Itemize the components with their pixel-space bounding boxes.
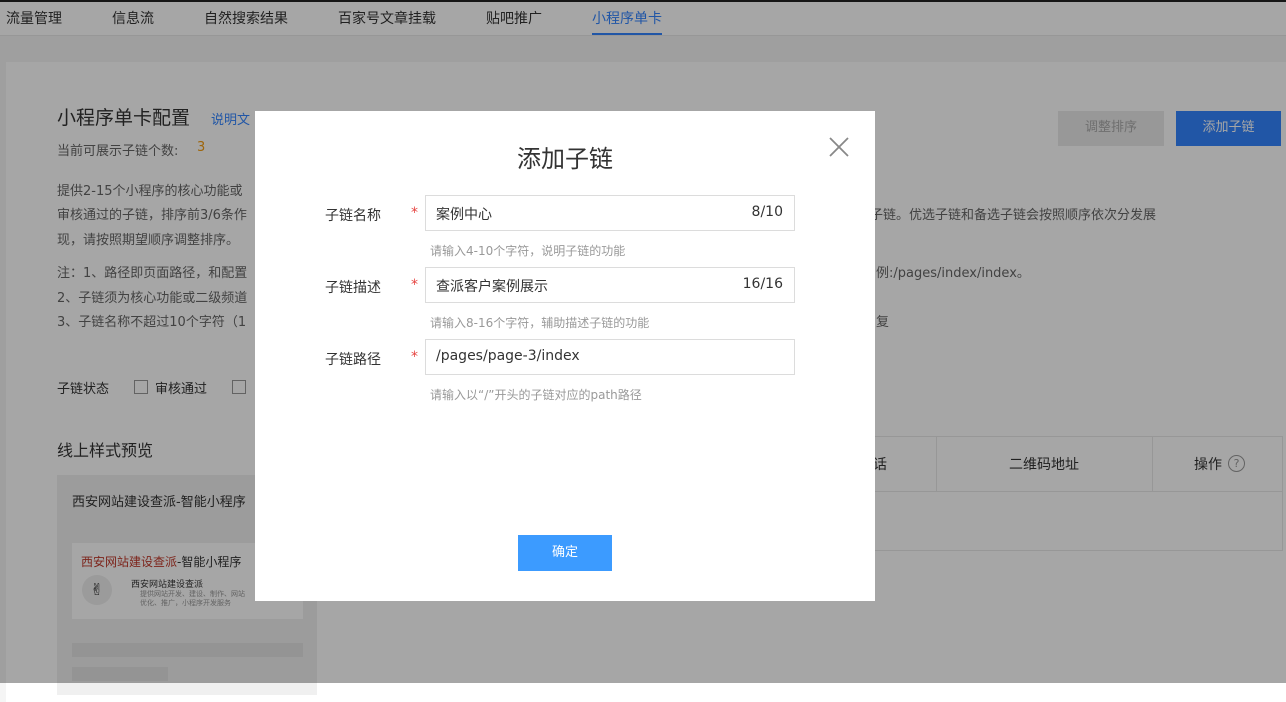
sublink-desc-value: 查派客户案例展示 (436, 279, 548, 295)
sublink-desc-input[interactable]: 查派客户案例展示 16/16 (425, 267, 795, 303)
sublink-name-hint: 请输入4-10个字符，说明子链的功能 (430, 244, 626, 258)
sublink-path-hint: 请输入以“/”开头的子链对应的path路径 (430, 388, 642, 402)
required-mark: * (411, 205, 418, 221)
field-label-path: 子链路径 (325, 352, 381, 368)
sublink-name-counter: 8/10 (751, 204, 783, 220)
sublink-name-value: 案例中心 (436, 207, 492, 223)
required-mark: * (411, 277, 418, 293)
required-mark: * (411, 349, 418, 365)
sublink-name-input[interactable]: 案例中心 8/10 (425, 195, 795, 231)
field-label-desc: 子链描述 (325, 280, 381, 296)
add-sublink-dialog: 添加子链 子链名称 * 案例中心 8/10 请输入4-10个字符，说明子链的功能… (255, 111, 875, 601)
sublink-path-input[interactable]: /pages/page-3/index (425, 339, 795, 375)
close-icon[interactable] (827, 135, 851, 159)
sublink-path-value: /pages/page-3/index (436, 348, 580, 364)
confirm-button[interactable]: 确定 (518, 535, 612, 571)
sublink-desc-hint: 请输入8-16个字符，辅助描述子链的功能 (430, 316, 650, 330)
sublink-desc-counter: 16/16 (742, 276, 783, 292)
dialog-title: 添加子链 (517, 145, 613, 173)
field-label-name: 子链名称 (325, 208, 381, 224)
